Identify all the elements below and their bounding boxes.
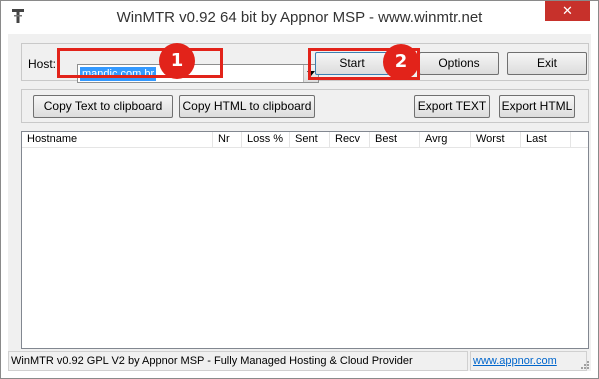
- window-title: WinMTR v0.92 64 bit by Appnor MSP - www.…: [116, 9, 483, 26]
- column-header-avrg[interactable]: Avrg: [420, 132, 471, 148]
- title-bar[interactable]: WinMTR v0.92 64 bit by Appnor MSP - www.…: [1, 1, 598, 34]
- export-html-button[interactable]: Export HTML: [499, 95, 575, 118]
- resize-grip-icon[interactable]: [580, 360, 590, 370]
- copy-html-button[interactable]: Copy HTML to clipboard: [179, 95, 315, 118]
- column-header-loss[interactable]: Loss %: [242, 132, 290, 148]
- results-table[interactable]: Hostname Nr Loss % Sent Recv Best Avrg W…: [21, 131, 589, 349]
- column-header-recv[interactable]: Recv: [330, 132, 370, 148]
- annotation-step-1: 1: [159, 43, 195, 79]
- status-text: WinMTR v0.92 GPL V2 by Appnor MSP - Full…: [8, 351, 468, 371]
- export-text-button[interactable]: Export TEXT: [414, 95, 490, 118]
- winmtr-window: WinMTR v0.92 64 bit by Appnor MSP - www.…: [0, 0, 599, 379]
- appnor-link[interactable]: www.appnor.com: [470, 351, 587, 371]
- options-button[interactable]: Options: [419, 52, 499, 75]
- host-label: Host:: [28, 57, 57, 71]
- column-header-hostname[interactable]: Hostname: [22, 132, 213, 148]
- close-window-button[interactable]: ✕: [545, 1, 590, 21]
- actions-group: Copy Text to clipboard Copy HTML to clip…: [21, 89, 589, 123]
- annotation-step-2: 2: [383, 44, 419, 80]
- exit-button[interactable]: Exit: [507, 52, 587, 75]
- table-header: Hostname Nr Loss % Sent Recv Best Avrg W…: [22, 132, 588, 148]
- column-header-last[interactable]: Last: [521, 132, 571, 148]
- client-area: Host: mandic.com.br Start Options Exit C…: [8, 34, 591, 371]
- copy-text-button[interactable]: Copy Text to clipboard: [33, 95, 173, 118]
- annotation-box-host: [57, 48, 223, 78]
- status-bar: WinMTR v0.92 GPL V2 by Appnor MSP - Full…: [8, 351, 591, 371]
- column-header-best[interactable]: Best: [370, 132, 420, 148]
- column-header-worst[interactable]: Worst: [471, 132, 521, 148]
- column-header-nr[interactable]: Nr: [213, 132, 242, 148]
- close-icon: ✕: [562, 3, 573, 18]
- column-header-sent[interactable]: Sent: [290, 132, 330, 148]
